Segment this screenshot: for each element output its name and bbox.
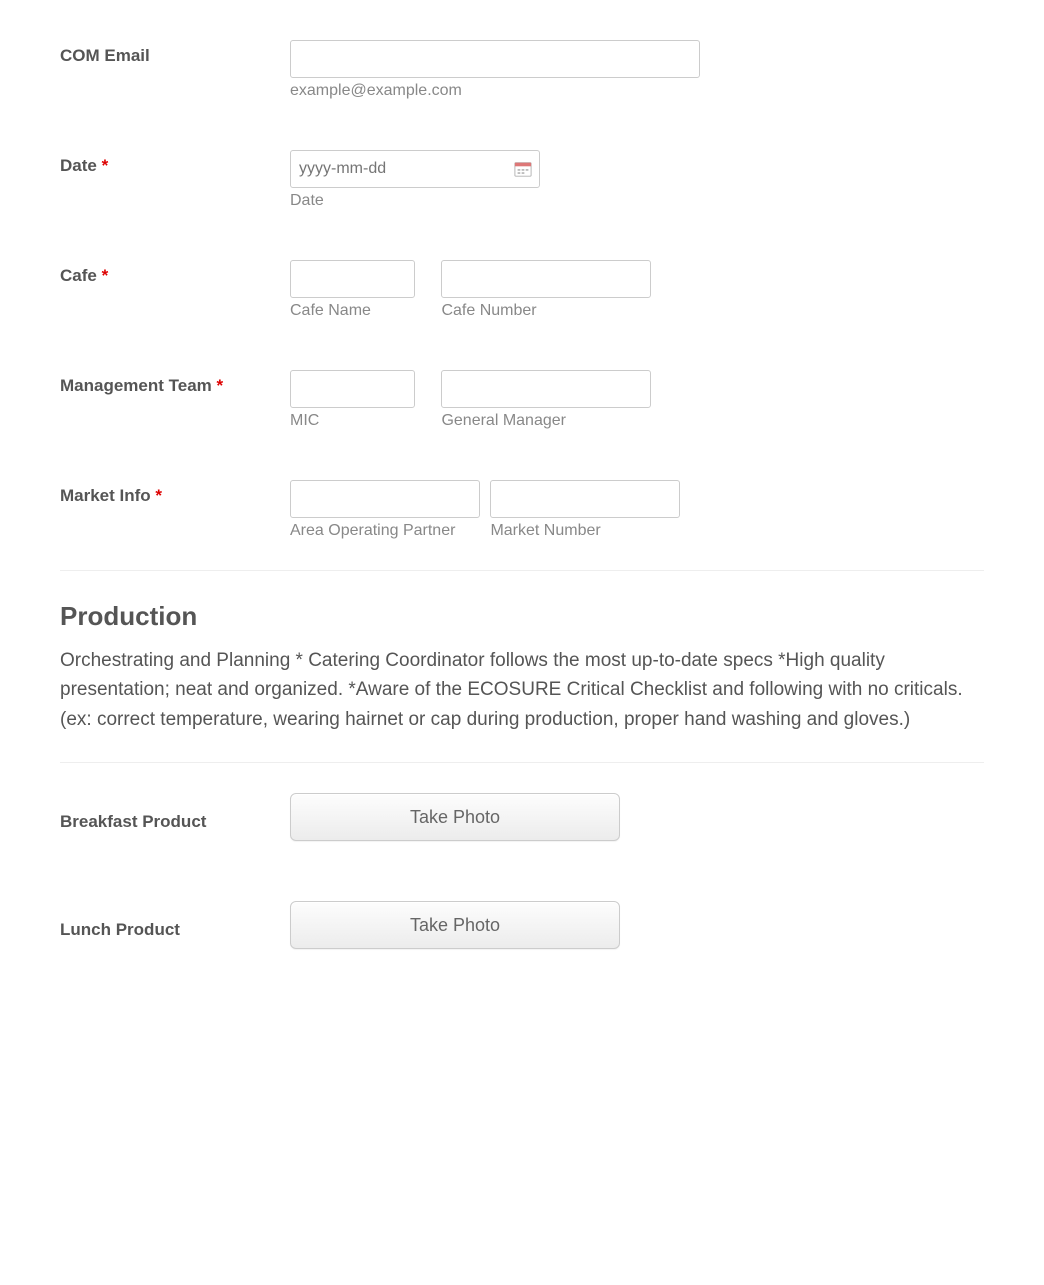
label-date: Date * [60,150,290,176]
row-cafe: Cafe * Cafe Name Cafe Number [60,260,984,320]
gm-input[interactable] [441,370,651,408]
cafe-number-group: Cafe Number [441,260,651,320]
mic-input[interactable] [290,370,415,408]
take-photo-button-lunch[interactable]: Take Photo [290,901,620,949]
label-team: Management Team * [60,370,290,396]
com-email-input[interactable] [290,40,700,78]
row-team: Management Team * MIC General Manager [60,370,984,430]
lunch-button-wrap: Take Photo [290,901,620,949]
production-heading: Production [60,601,984,632]
cafe-number-sublabel: Cafe Number [441,302,651,320]
label-text: Cafe [60,266,97,285]
aop-input[interactable] [290,480,480,518]
label-text: Management Team [60,376,212,395]
production-description: Orchestrating and Planning * Catering Co… [60,646,984,734]
required-mark: * [217,376,224,395]
cafe-number-input[interactable] [441,260,651,298]
date-field-group: Date [290,150,540,210]
date-input[interactable] [290,150,540,188]
aop-sublabel: Area Operating Partner [290,522,480,540]
market-number-input[interactable] [490,480,680,518]
label-breakfast: Breakfast Product [60,802,290,832]
date-sublabel: Date [290,192,540,210]
label-com-email: COM Email [60,40,290,66]
input-col-com-email: example@example.com [290,40,984,100]
gm-sublabel: General Manager [441,412,651,430]
required-mark: * [102,266,109,285]
input-col-team: MIC General Manager [290,370,984,430]
label-market: Market Info * [60,480,290,506]
mic-group: MIC [290,370,415,430]
cafe-name-input[interactable] [290,260,415,298]
com-email-sublabel: example@example.com [290,82,984,100]
mic-sublabel: MIC [290,412,415,430]
take-photo-button-breakfast[interactable]: Take Photo [290,793,620,841]
label-cafe: Cafe * [60,260,290,286]
required-mark: * [102,156,109,175]
input-col-date: Date [290,150,984,210]
date-input-wrap [290,150,540,188]
label-text: COM Email [60,46,150,65]
input-col-market: Area Operating Partner Market Number [290,480,984,540]
required-mark: * [155,486,162,505]
input-col-cafe: Cafe Name Cafe Number [290,260,984,320]
market-number-sublabel: Market Number [490,522,680,540]
row-com-email: COM Email example@example.com [60,40,984,100]
row-market: Market Info * Area Operating Partner Mar… [60,480,984,540]
row-breakfast: Breakfast Product Take Photo [60,793,984,841]
cafe-name-sublabel: Cafe Name [290,302,415,320]
section-divider [60,762,984,763]
gm-group: General Manager [441,370,651,430]
label-lunch: Lunch Product [60,910,290,940]
label-text: Date [60,156,97,175]
aop-group: Area Operating Partner [290,480,480,540]
breakfast-button-wrap: Take Photo [290,793,620,841]
row-date: Date * Date [60,150,984,210]
label-text: Market Info [60,486,151,505]
row-lunch: Lunch Product Take Photo [60,901,984,949]
market-number-group: Market Number [490,480,680,540]
cafe-name-group: Cafe Name [290,260,415,320]
section-divider [60,570,984,571]
